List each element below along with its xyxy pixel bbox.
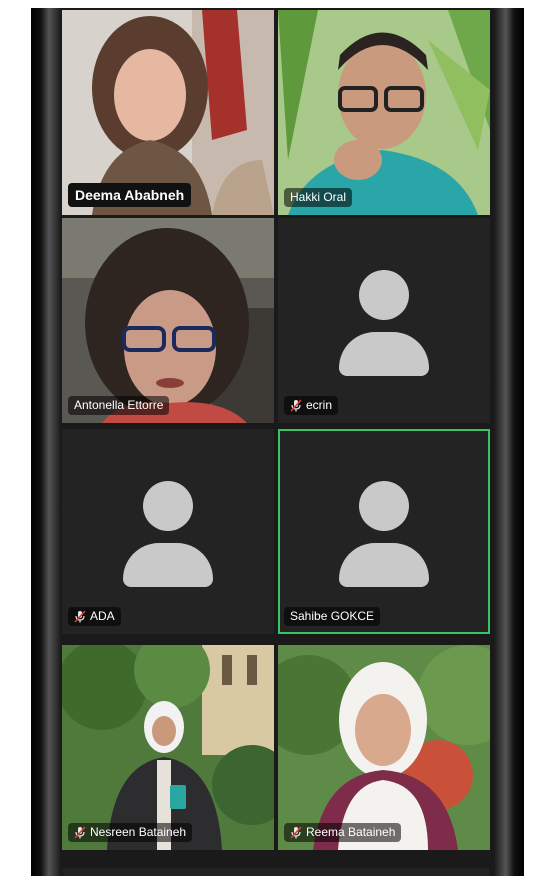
participant-name: Nesreen Bataineh (90, 825, 187, 839)
participant-video (278, 645, 490, 850)
avatar-placeholder-icon (143, 481, 193, 531)
participant-video (62, 218, 274, 423)
participant-name-tag: ecrin (284, 396, 339, 415)
participant-name: ecrin (306, 398, 333, 412)
meeting-window: Deema Ababneh Hakki Oral Antonella Ettor… (31, 8, 524, 876)
participant-tile-ada[interactable]: ADA (62, 429, 274, 634)
muted-mic-icon (74, 610, 86, 623)
avatar-placeholder-icon (359, 270, 409, 320)
participant-name: ADA (90, 609, 115, 623)
participant-name-tag: Deema Ababneh (68, 183, 192, 207)
avatar-placeholder-body (339, 543, 429, 587)
participant-name: Sahibe GOKCE (290, 609, 375, 623)
muted-mic-icon (290, 399, 302, 412)
participant-name-tag: Hakki Oral (284, 188, 353, 207)
participant-video (278, 10, 490, 215)
next-row-peek (63, 868, 489, 876)
participant-tile-sahibe[interactable]: Sahibe GOKCE (278, 429, 490, 634)
avatar-placeholder-body (339, 332, 429, 376)
avatar-placeholder-icon (359, 481, 409, 531)
participant-video (62, 645, 274, 850)
participant-name-tag: Reema Bataineh (284, 823, 402, 842)
participant-tile-deema[interactable]: Deema Ababneh (62, 10, 274, 215)
avatar-placeholder-body (123, 543, 213, 587)
participant-name-tag: ADA (68, 607, 121, 626)
muted-mic-icon (74, 826, 86, 839)
participant-tile-reema[interactable]: Reema Bataineh (278, 645, 490, 850)
participant-tile-antonella[interactable]: Antonella Ettorre (62, 218, 274, 423)
participant-name-tag: Nesreen Bataineh (68, 823, 193, 842)
participant-name: Hakki Oral (290, 190, 347, 204)
participant-tile-hakki[interactable]: Hakki Oral (278, 10, 490, 215)
muted-mic-icon (290, 826, 302, 839)
participant-name: Antonella Ettorre (74, 398, 164, 412)
participant-name-tag: Antonella Ettorre (68, 396, 170, 415)
participant-name: Reema Bataineh (306, 825, 396, 839)
participant-tile-ecrin[interactable]: ecrin (278, 218, 490, 423)
participant-name-tag: Sahibe GOKCE (284, 607, 381, 626)
participant-name: Deema Ababneh (75, 187, 185, 203)
participant-tile-nesreen[interactable]: Nesreen Bataineh (62, 645, 274, 850)
